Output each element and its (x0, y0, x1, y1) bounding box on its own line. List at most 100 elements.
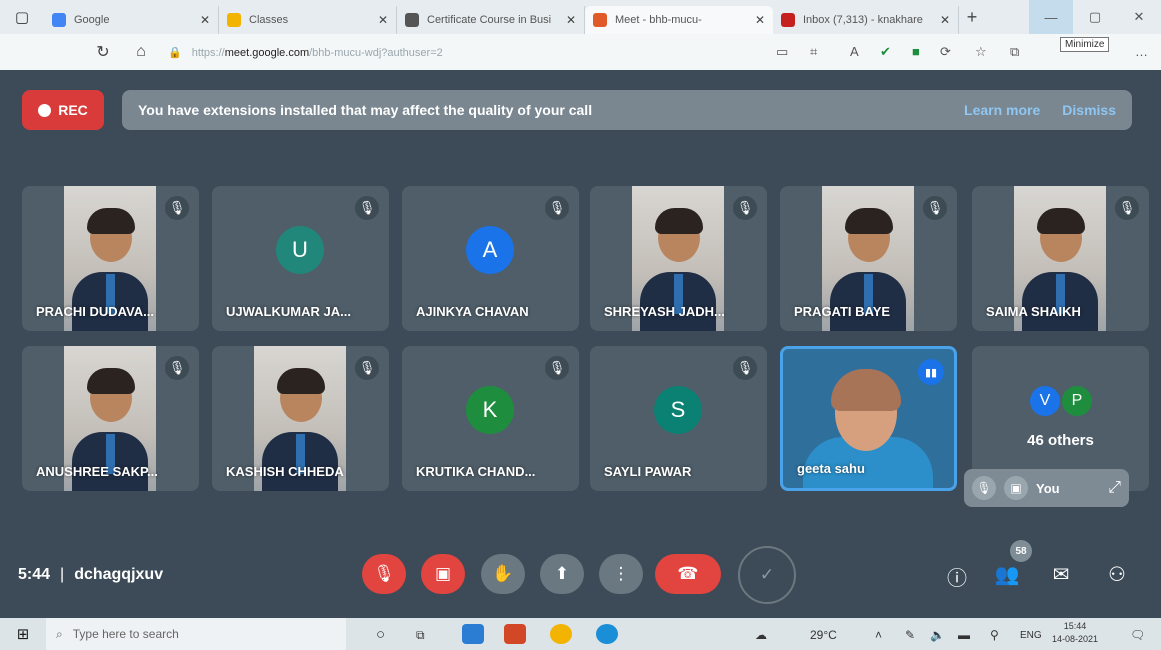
mail-app-icon[interactable] (462, 624, 484, 644)
tab-label: Certificate Course in Busi (427, 14, 552, 26)
camera-icon[interactable]: ▭ (776, 44, 788, 60)
network-icon[interactable]: ⚲ (990, 628, 999, 642)
muted-mic-icon: 🎙︎ (1115, 196, 1139, 220)
participant-tile[interactable]: ▮▮ geeta sahu (780, 346, 957, 491)
muted-mic-icon: 🎙︎ (355, 356, 379, 380)
learn-more-link[interactable]: Learn more (964, 102, 1040, 118)
tab-label: Classes (249, 14, 289, 26)
refresh-icon[interactable]: ↻ (88, 37, 118, 67)
participant-tile[interactable]: U 🎙︎ UJWALKUMAR JA... (212, 186, 389, 331)
home-icon[interactable]: ⌂ (126, 37, 156, 67)
cortana-icon[interactable]: ○ (376, 626, 385, 643)
meet-controls-bar: 5:44 | dchagqjxuv 🎙 ▣ ✋ ⬆ ⋮ ☎ ✓ ⓘ 58 👥 ✉ ⚇ (0, 540, 1161, 618)
google-favicon-icon (52, 13, 66, 27)
notifications-icon[interactable]: 🗨 (1130, 628, 1145, 642)
close-tab-icon[interactable]: ✕ (378, 13, 388, 27)
browser-tab-inbox[interactable]: Inbox (7,313) - knakhare ✕ (773, 6, 959, 34)
language-indicator[interactable]: ENG (1020, 630, 1042, 641)
more-icon[interactable]: … (1135, 44, 1148, 59)
minimize-button[interactable]: — (1029, 0, 1073, 34)
extension-check-button[interactable]: ✓ (738, 546, 796, 604)
participant-tile[interactable]: 🎙︎ SHREYASH JADH... (590, 186, 767, 331)
activities-button[interactable]: ⚇ (1102, 562, 1132, 587)
avatar-initial: P (1071, 392, 1083, 409)
show-hidden-icons[interactable]: ˄ (875, 628, 882, 642)
close-tab-icon[interactable]: ✕ (200, 13, 210, 27)
start-button[interactable]: ⊞ (0, 625, 46, 643)
info-icon: ⓘ (947, 568, 967, 590)
close-window-button[interactable]: ✕ (1117, 0, 1161, 34)
qr-code-icon[interactable]: ⌗ (810, 44, 817, 60)
other-avatar-v: V (1028, 384, 1062, 418)
temperature-label[interactable]: 29°C (810, 628, 837, 642)
close-tab-icon[interactable]: ✕ (566, 13, 576, 27)
participant-tile[interactable]: S 🎙︎ SAYLI PAWAR (590, 346, 767, 491)
meeting-code: dchagqjxuv (74, 566, 164, 583)
browser-tab-classes[interactable]: Classes ✕ (219, 6, 397, 34)
participant-tile[interactable]: 🎙︎ PRACHI DUDAVA... (22, 186, 199, 331)
extension-icon[interactable]: ■ (912, 44, 920, 59)
avatar-initial: A (482, 237, 498, 262)
close-tab-icon[interactable]: ✕ (755, 13, 765, 27)
leave-call-button[interactable]: ☎ (655, 554, 721, 594)
microphone-toggle-button[interactable]: 🎙 (362, 554, 406, 594)
chat-button[interactable]: ✉ (1046, 562, 1076, 587)
classroom-favicon-icon (227, 13, 241, 27)
windows-taskbar: ⊞ ⌕ Type here to search (0, 618, 1161, 650)
chrome-app-icon[interactable] (550, 624, 572, 644)
camera-off-icon: ▣ (434, 564, 452, 583)
minimize-tooltip: Minimize (1060, 37, 1110, 52)
pen-icon[interactable]: ✎ (905, 628, 915, 642)
avatar-initial: U (292, 237, 308, 262)
close-tab-icon[interactable]: ✕ (940, 13, 950, 27)
new-tab-button[interactable]: + (959, 7, 985, 28)
self-view-bar[interactable]: 🎙 ▣ You ⤢ (964, 469, 1129, 507)
more-options-button[interactable]: ⋮ (599, 554, 643, 594)
muted-mic-icon: 🎙︎ (545, 356, 569, 380)
meeting-details: 5:44 | dchagqjxuv (18, 566, 163, 584)
people-count-badge: 58 (1010, 540, 1032, 562)
participant-tile[interactable]: A 🎙︎ AJINKYA CHAVAN (402, 186, 579, 331)
recording-indicator[interactable]: REC (22, 90, 104, 130)
taskbar-search-box[interactable]: ⌕ Type here to search (46, 618, 346, 650)
browser-tab-google[interactable]: Google ✕ (44, 6, 219, 34)
raise-hand-button[interactable]: ✋ (481, 554, 525, 594)
hangup-icon: ☎ (677, 564, 699, 583)
tab-actions-icon[interactable]: ▢ (0, 0, 44, 34)
check-extension-icon[interactable]: ✔ (880, 44, 891, 60)
meeting-info-button[interactable]: ⓘ (942, 562, 972, 591)
expand-icon[interactable]: ⤢ (1108, 479, 1121, 497)
camera-toggle-button[interactable]: ▣ (421, 554, 465, 594)
clock-date: 14-08-2021 (1052, 634, 1099, 644)
read-aloud-icon[interactable]: A (850, 44, 859, 59)
volume-icon[interactable]: 🔈 (930, 628, 945, 642)
task-view-icon[interactable]: ⧉ (416, 628, 425, 643)
dismiss-button[interactable]: Dismiss (1062, 102, 1116, 118)
muted-mic-icon: 🎙︎ (733, 196, 757, 220)
people-button[interactable]: 👥 (992, 562, 1022, 587)
battery-icon[interactable]: ▬ (958, 628, 970, 642)
participant-tile[interactable]: 🎙︎ KASHISH CHHEDA (212, 346, 389, 491)
participant-avatar: K (466, 386, 514, 434)
favorites-icon[interactable]: ☆ (975, 44, 987, 60)
mic-off-icon: 🎙 (972, 476, 996, 500)
office-app-icon[interactable] (504, 624, 526, 644)
participant-tile[interactable]: 🎙︎ SAIMA SHAIKH (972, 186, 1149, 331)
address-bar: ↻ ⌂ 🔒 https://meet.google.com/bhb-mucu-wd… (0, 34, 1161, 70)
taskbar-clock[interactable]: 15:44 14-08-2021 (1052, 620, 1098, 646)
url-field[interactable]: 🔒 https://meet.google.com/bhb-mucu-wdj?au… (168, 46, 443, 59)
participant-tile[interactable]: 🎙︎ ANUSHREE SAKP... (22, 346, 199, 491)
speaking-indicator-icon: ▮▮ (918, 359, 944, 385)
browser-tab-certificate-course[interactable]: Certificate Course in Busi ✕ (397, 6, 585, 34)
maximize-button[interactable]: ▢ (1073, 0, 1117, 34)
browser-tab-meet[interactable]: Meet - bhb-mucu- ✕ (585, 6, 773, 34)
participant-tile[interactable]: 🎙︎ PRAGATI BAYE (780, 186, 957, 331)
collections-icon[interactable]: ⧉ (1010, 44, 1019, 60)
others-count-label: 46 others (1027, 432, 1094, 449)
sync-icon[interactable]: ⟳ (940, 44, 951, 60)
participant-name: UJWALKUMAR JA... (226, 304, 351, 319)
present-screen-button[interactable]: ⬆ (540, 554, 584, 594)
mic-off-icon: 🎙 (373, 564, 395, 583)
edge-app-icon[interactable] (596, 624, 618, 644)
participant-tile[interactable]: K 🎙︎ KRUTIKA CHAND... (402, 346, 579, 491)
